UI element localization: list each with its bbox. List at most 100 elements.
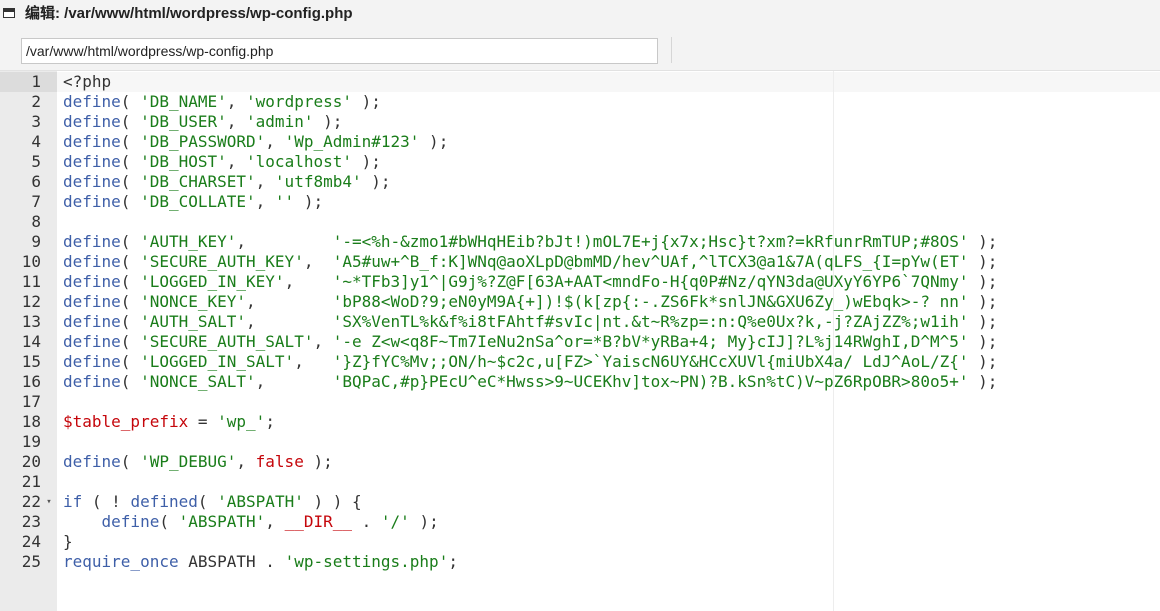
code-token: '-=<%h-&zmo1#bWHqHEib?bJt!)mOL7E+j{x7x;H… — [332, 232, 969, 251]
file-path-input[interactable] — [21, 38, 658, 64]
code-line[interactable]: 7 define( 'DB_COLLATE', '' ); — [0, 192, 1160, 212]
code-token: ( — [120, 272, 141, 291]
line-number: 22 — [21, 492, 41, 511]
code-line[interactable]: 25 require_once ABSPATH . 'wp-settings.ph… — [0, 552, 1160, 572]
code-text: define( 'DB_PASSWORD', 'Wp_Admin#123' ); — [63, 132, 448, 152]
code-text: $table_prefix = 'wp_'; — [63, 412, 275, 432]
code-token: ( ! — [82, 492, 131, 511]
code-token: , — [246, 312, 333, 331]
code-token: ); — [303, 452, 333, 471]
code-token: ); — [361, 172, 391, 191]
line-number: 11 — [21, 272, 41, 291]
code-token: 'BQPaC,#p}PEcU^eC*Hwss>9~UCEKhv]tox~PN)?… — [332, 372, 969, 391]
code-lines[interactable]: 1 <?php 2 define( 'DB_NAME', 'wordpress' );… — [0, 72, 1160, 572]
code-line[interactable]: 3 define( 'DB_USER', 'admin' ); — [0, 112, 1160, 132]
code-line[interactable]: 2 define( 'DB_NAME', 'wordpress' ); — [0, 92, 1160, 112]
code-line[interactable]: 24} — [0, 532, 1160, 552]
code-token: ); — [294, 192, 324, 211]
code-token: 'ABSPATH' — [178, 512, 266, 531]
code-token: ); — [968, 272, 998, 291]
code-token: ); — [968, 332, 998, 351]
code-token: 'DB_CHARSET' — [140, 172, 256, 191]
line-number: 16 — [21, 372, 41, 391]
code-token: , — [255, 172, 275, 191]
code-line[interactable]: 17 — [0, 392, 1160, 412]
code-token: define — [63, 452, 121, 471]
code-line[interactable]: 23 define( 'ABSPATH', __DIR__ . '/' ); — [0, 512, 1160, 532]
code-token: define — [63, 252, 121, 271]
code-token: ); — [419, 132, 449, 151]
fold-toggle-icon[interactable]: ▾ — [44, 492, 54, 512]
code-token: ); — [968, 292, 998, 311]
code-token: , — [294, 352, 333, 371]
code-token: 'LOGGED_IN_KEY' — [140, 272, 285, 291]
line-number: 24 — [21, 532, 41, 551]
code-token: ); — [313, 112, 343, 131]
code-text: define( 'NONCE_KEY', 'bP88<WoD?9;eN0yM9A… — [63, 292, 997, 312]
code-token: , — [284, 272, 333, 291]
code-token: '~*TFb3]y1^|G9j%?Z@F[63A+AAT<mndFo-H{q0P… — [332, 272, 969, 291]
code-line[interactable]: 4 define( 'DB_PASSWORD', 'Wp_Admin#123' )… — [0, 132, 1160, 152]
code-line[interactable]: 13 define( 'AUTH_SALT', 'SX%VenTL%k&f%i8t… — [0, 312, 1160, 332]
code-text: define( 'AUTH_SALT', 'SX%VenTL%k&f%i8tFA… — [63, 312, 997, 332]
code-token: ); — [968, 372, 998, 391]
code-text: define( 'DB_CHARSET', 'utf8mb4' ); — [63, 172, 391, 192]
code-token: , — [255, 192, 275, 211]
title-bar: 编辑: /var/www/html/wordpress/wp-config.ph… — [0, 0, 1160, 25]
code-editor[interactable]: 1 <?php 2 define( 'DB_NAME', 'wordpress' );… — [0, 71, 1160, 611]
code-line[interactable]: 8 — [0, 212, 1160, 232]
line-number: 17 — [21, 392, 41, 411]
code-text: define( 'DB_COLLATE', '' ); — [63, 192, 323, 212]
code-token: ABSPATH . — [178, 552, 285, 571]
code-text: define( 'LOGGED_IN_SALT', '}Z}fYC%Mv;;ON… — [63, 352, 997, 372]
code-token: define — [63, 332, 121, 351]
code-line[interactable]: 18 $table_prefix = 'wp_'; — [0, 412, 1160, 432]
code-token: , — [236, 232, 333, 251]
code-token: ); — [968, 232, 998, 251]
code-token: define — [101, 512, 160, 531]
code-line[interactable]: 21 — [0, 472, 1160, 492]
line-number: 15 — [21, 352, 41, 371]
code-token: , — [265, 132, 285, 151]
code-line[interactable]: 20 define( 'WP_DEBUG', false ); — [0, 452, 1160, 472]
code-text: define( 'ABSPATH', __DIR__ . '/' ); — [63, 512, 439, 532]
code-token: 'ABSPATH' — [217, 492, 304, 511]
code-line[interactable]: 12 define( 'NONCE_KEY', 'bP88<WoD?9;eN0yM… — [0, 292, 1160, 312]
code-token: ( — [159, 512, 179, 531]
code-token: define — [63, 152, 121, 171]
code-line[interactable]: 16 define( 'NONCE_SALT', 'BQPaC,#p}PEcU^e… — [0, 372, 1160, 392]
code-token: 'DB_HOST' — [140, 152, 227, 171]
path-bar — [0, 25, 1160, 71]
code-token: define — [63, 272, 121, 291]
code-line[interactable]: 19 — [0, 432, 1160, 452]
code-line[interactable]: 10 define( 'SECURE_AUTH_KEY', 'A5#uw+^B_f… — [0, 252, 1160, 272]
code-token: 'bP88<WoD?9;eN0yM9A{+])!$(k[zp{:-.ZS6Fk*… — [332, 292, 969, 311]
code-text: define( 'WP_DEBUG', false ); — [63, 452, 333, 472]
code-token: ( — [120, 132, 141, 151]
code-text: define( 'DB_USER', 'admin' ); — [63, 112, 342, 132]
line-number: 19 — [21, 432, 41, 451]
code-line[interactable]: 5 define( 'DB_HOST', 'localhost' ); — [0, 152, 1160, 172]
code-token: , — [226, 112, 247, 131]
code-token: } — [63, 532, 73, 551]
code-line[interactable]: 9 define( 'AUTH_KEY', '-=<%h-&zmo1#bWHqHE… — [0, 232, 1160, 252]
window-icon — [3, 7, 15, 18]
code-text: define( 'NONCE_SALT', 'BQPaC,#p}PEcU^eC*… — [63, 372, 997, 392]
code-token: , — [303, 252, 333, 271]
code-line[interactable]: 11 define( 'LOGGED_IN_KEY', '~*TFb3]y1^|G… — [0, 272, 1160, 292]
code-token: ) ) { — [303, 492, 362, 511]
line-number: 1 — [31, 72, 41, 91]
code-token: ( — [120, 192, 141, 211]
code-token: ); — [968, 252, 998, 271]
code-line[interactable]: 1 <?php — [0, 72, 1160, 92]
toolbar-divider — [671, 37, 672, 63]
code-line[interactable]: 14 define( 'SECURE_AUTH_SALT', '-e Z<w<q8… — [0, 332, 1160, 352]
code-line[interactable]: 6 define( 'DB_CHARSET', 'utf8mb4' ); — [0, 172, 1160, 192]
code-token: ( — [197, 492, 218, 511]
code-token: , — [313, 332, 333, 351]
code-token: ( — [120, 232, 141, 251]
code-token: ( — [120, 152, 141, 171]
code-line[interactable]: 22 ▾ if ( ! defined( 'ABSPATH' ) ) { — [0, 492, 1160, 512]
code-token: define — [63, 192, 121, 211]
code-line[interactable]: 15 define( 'LOGGED_IN_SALT', '}Z}fYC%Mv;;… — [0, 352, 1160, 372]
